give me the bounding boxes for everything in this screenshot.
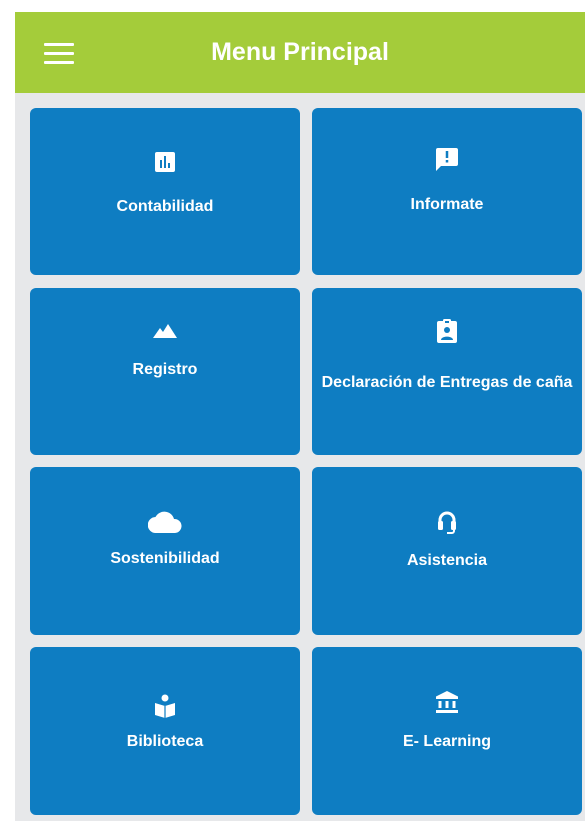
tile-label: Biblioteca — [126, 733, 204, 750]
tile-label: Informate — [410, 196, 484, 213]
menu-tile-sostenibilidad[interactable]: Sostenibilidad — [30, 467, 300, 635]
page-title: Menu Principal — [211, 38, 389, 66]
app-screen: Menu Principal Contabilidad Informate Re… — [15, 12, 585, 821]
menu-tile-declaracion-entregas[interactable]: Declaración de Entregas de caña — [312, 288, 582, 455]
menu-tile-asistencia[interactable]: Asistencia — [312, 467, 582, 635]
tile-label: Sostenibilidad — [110, 550, 220, 567]
local-library-icon — [30, 694, 300, 718]
app-bar: Menu Principal — [15, 12, 585, 93]
tile-label: Contabilidad — [116, 198, 214, 215]
tile-label: Registro — [132, 361, 198, 378]
tile-label: Asistencia — [406, 552, 488, 569]
assignment-ind-icon — [312, 319, 582, 343]
headset-icon — [312, 510, 582, 534]
cloud-icon — [30, 511, 300, 533]
landscape-icon — [30, 324, 300, 338]
tile-label: Declaración de Entregas de caña — [321, 374, 573, 391]
bar-chart-icon — [30, 152, 300, 172]
menu-tile-contabilidad[interactable]: Contabilidad — [30, 108, 300, 275]
menu-tile-e-learning[interactable]: E- Learning — [312, 647, 582, 815]
account-balance-icon — [312, 691, 582, 713]
menu-tile-biblioteca[interactable]: Biblioteca — [30, 647, 300, 815]
tile-label: E- Learning — [402, 733, 491, 750]
feedback-icon — [312, 148, 582, 172]
menu-tile-informate[interactable]: Informate — [312, 108, 582, 275]
menu-tile-registro[interactable]: Registro — [30, 288, 300, 455]
